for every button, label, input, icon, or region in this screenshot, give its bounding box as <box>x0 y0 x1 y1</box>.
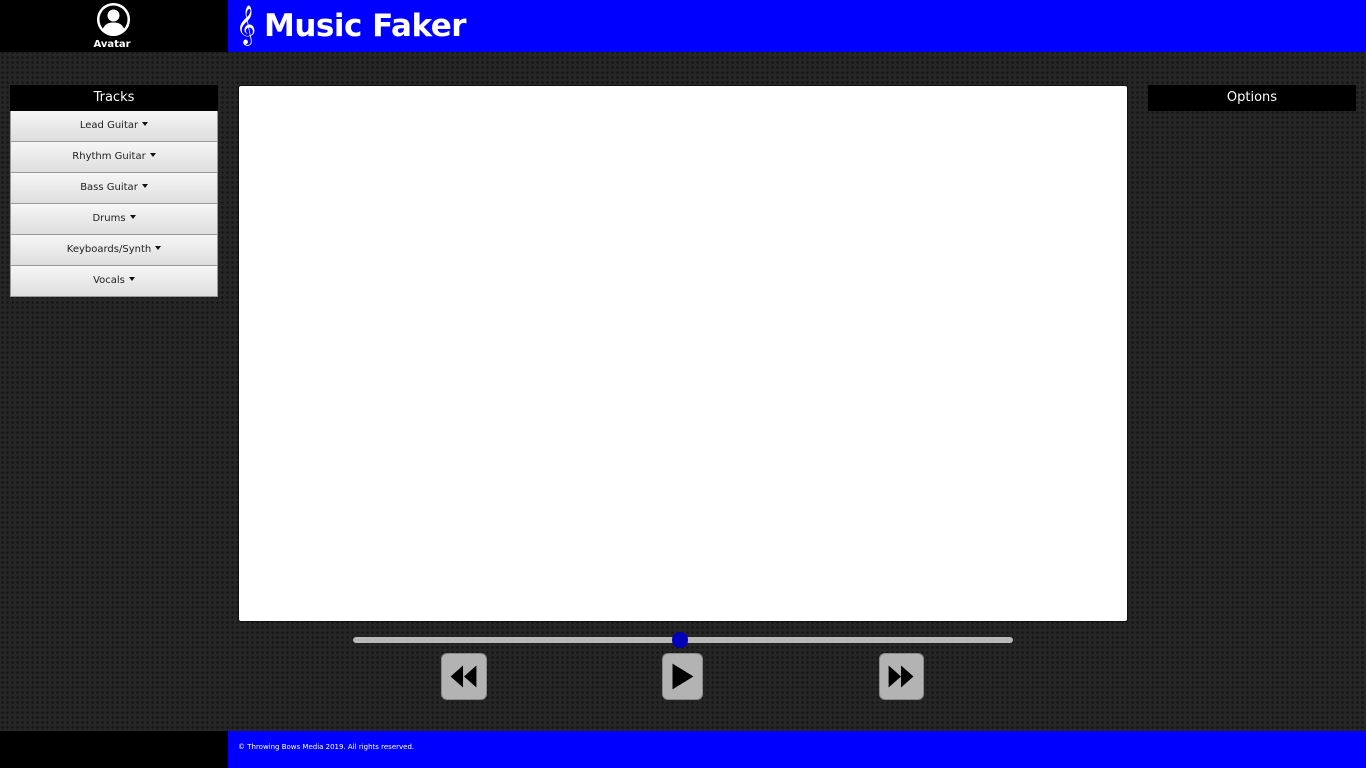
tracks-panel: Tracks Lead Guitar Rhythm Guitar Bass Gu… <box>10 85 218 297</box>
track-label: Rhythm Guitar <box>72 151 146 162</box>
playback-scrubber[interactable] <box>353 632 1013 648</box>
rewind-button[interactable] <box>441 653 487 700</box>
fast-forward-button[interactable] <box>879 653 924 700</box>
options-heading: Options <box>1148 85 1356 111</box>
footer-left-block <box>0 731 228 768</box>
track-bass-guitar-dropdown[interactable]: Bass Guitar <box>10 173 218 204</box>
footer-bar: © Throwing Bows Media 2019. All rights r… <box>228 731 1366 768</box>
treble-clef-icon: 𝄞 <box>236 5 257 45</box>
play-button[interactable] <box>662 653 703 700</box>
brand-bar: 𝄞 Music Faker <box>228 0 1366 52</box>
play-icon <box>672 663 694 690</box>
track-label: Vocals <box>93 275 125 286</box>
track-canvas[interactable] <box>238 85 1128 622</box>
track-keyboards-synth-dropdown[interactable]: Keyboards/Synth <box>10 235 218 266</box>
track-drums-dropdown[interactable]: Drums <box>10 204 218 235</box>
tracks-heading: Tracks <box>10 85 218 111</box>
caret-down-icon <box>141 184 148 188</box>
track-label: Lead Guitar <box>79 120 139 131</box>
caret-down-icon <box>142 122 149 126</box>
caret-down-icon <box>129 215 136 219</box>
avatar-label: Avatar <box>93 39 131 50</box>
caret-down-icon <box>149 153 156 157</box>
app-header: Avatar 𝄞 Music Faker <box>0 0 1366 52</box>
scrubber-thumb[interactable] <box>671 632 688 648</box>
track-vocals-dropdown[interactable]: Vocals <box>10 266 218 297</box>
options-panel: Options <box>1148 85 1356 111</box>
user-circle-icon[interactable] <box>97 3 130 36</box>
caret-down-icon <box>155 246 162 250</box>
track-label: Drums <box>92 213 126 224</box>
fast-forward-icon <box>888 665 914 688</box>
app-title: Music Faker <box>264 8 467 44</box>
rewind-icon <box>450 665 477 688</box>
avatar-area[interactable]: Avatar <box>0 0 228 52</box>
caret-down-icon <box>128 277 135 281</box>
track-rhythm-guitar-dropdown[interactable]: Rhythm Guitar <box>10 142 218 173</box>
track-label: Bass Guitar <box>80 182 138 193</box>
track-lead-guitar-dropdown[interactable]: Lead Guitar <box>10 111 218 142</box>
copyright-text: © Throwing Bows Media 2019. All rights r… <box>238 743 415 751</box>
track-label: Keyboards/Synth <box>66 244 152 255</box>
